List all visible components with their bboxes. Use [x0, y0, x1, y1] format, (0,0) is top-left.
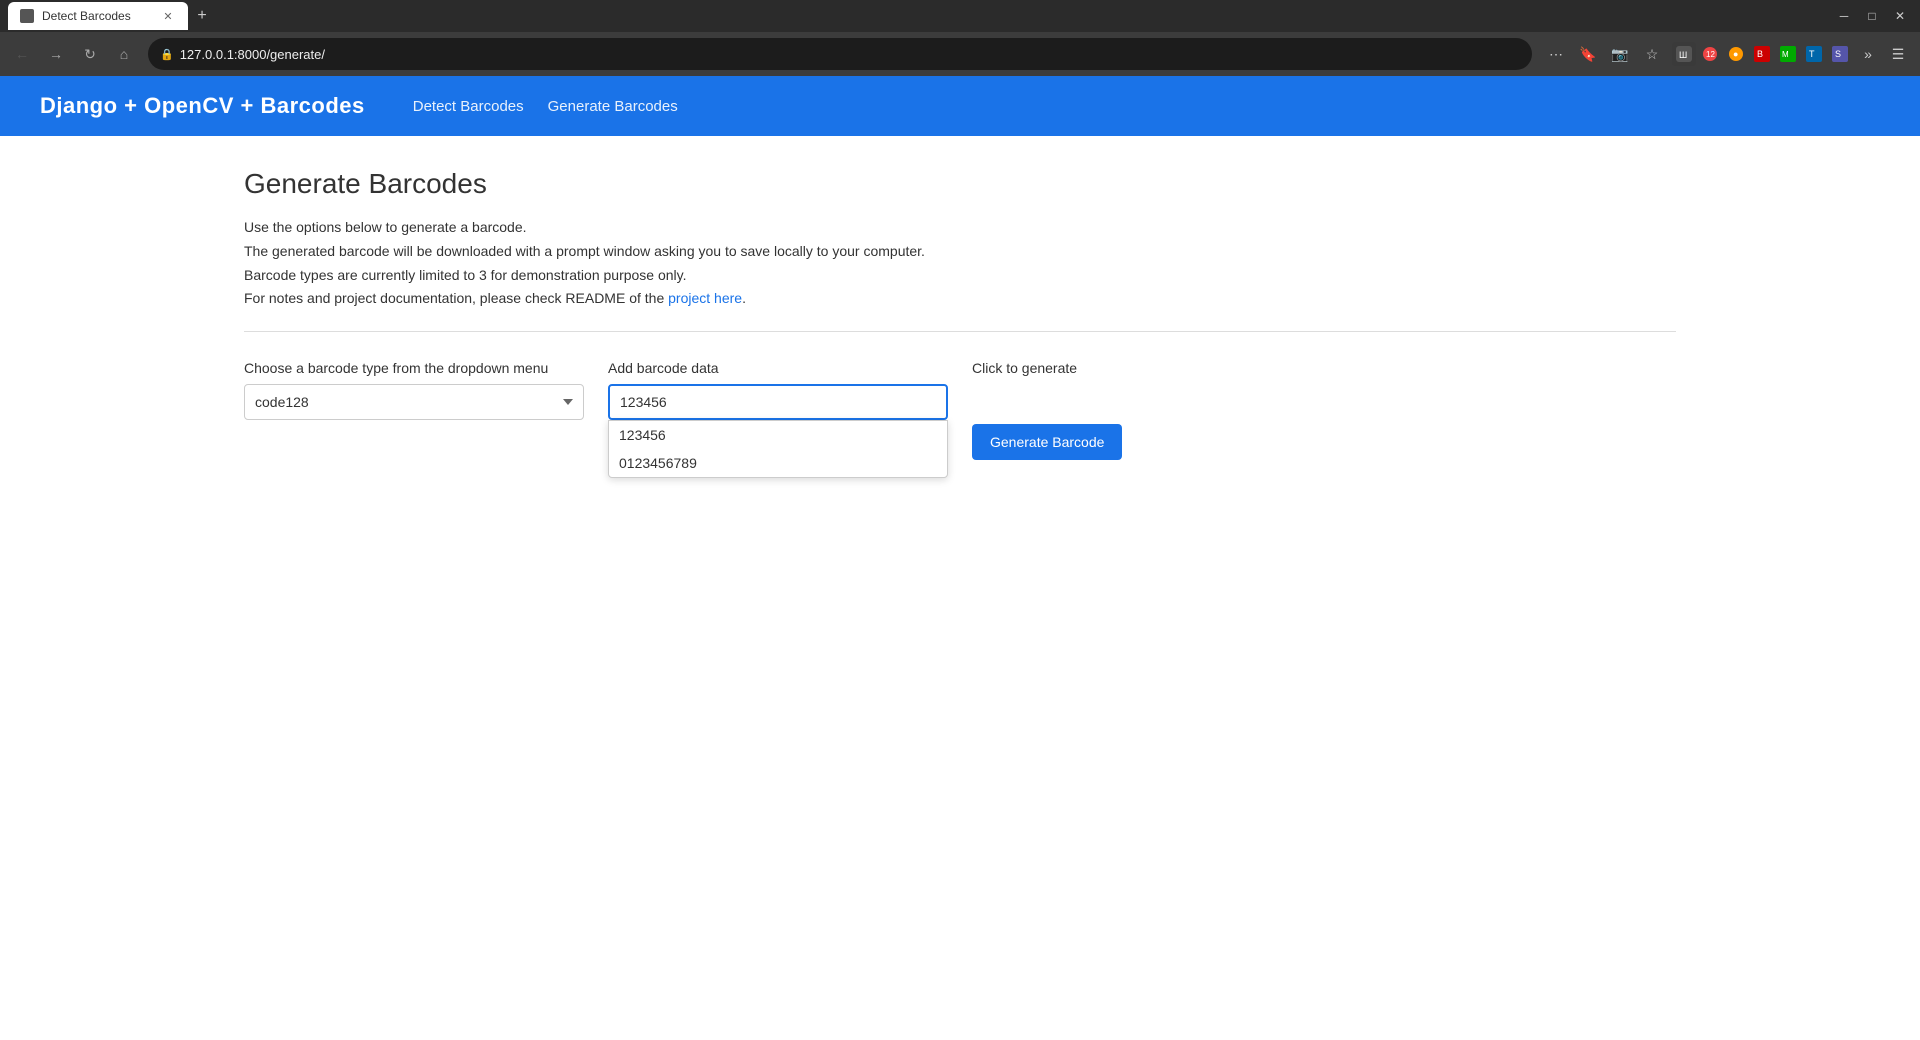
bookmark-icon[interactable]: 🔖: [1574, 40, 1602, 68]
desc-line-4: For notes and project documentation, ple…: [244, 287, 1676, 311]
barcode-type-group: Choose a barcode type from the dropdown …: [244, 360, 584, 420]
divider: [244, 331, 1676, 332]
tab-bar: Detect Barcodes ✕ +: [8, 0, 216, 32]
browser-toolbar: ← → ↻ ⌂ 🔒 127.0.0.1:8000/generate/ ⋯ 🔖 📷…: [0, 32, 1920, 76]
svg-text:12: 12: [1706, 50, 1715, 59]
ext-icon-4[interactable]: B: [1750, 42, 1774, 66]
desc-line-3: Barcode types are currently limited to 3…: [244, 264, 1676, 288]
barcode-data-group: Add barcode data 123456 0123456789: [608, 360, 948, 420]
page-title: Generate Barcodes: [244, 168, 1676, 200]
active-tab[interactable]: Detect Barcodes ✕: [8, 2, 188, 30]
tab-favicon: [20, 9, 34, 23]
dropdown-label: Choose a barcode type from the dropdown …: [244, 360, 584, 376]
main-content: Generate Barcodes Use the options below …: [0, 136, 1920, 492]
app-brand: Django + OpenCV + Barcodes: [40, 93, 365, 119]
desc-line-1: Use the options below to generate a barc…: [244, 216, 1676, 240]
generate-button[interactable]: Generate Barcode: [972, 424, 1122, 460]
screenshot-icon[interactable]: 📷: [1606, 40, 1634, 68]
svg-text:Ш: Ш: [1679, 50, 1687, 60]
toolbar-icons: ⋯ 🔖 📷 ☆: [1542, 40, 1666, 68]
star-icon[interactable]: ☆: [1638, 40, 1666, 68]
url-text: 127.0.0.1:8000/generate/: [180, 47, 1520, 62]
ext-icon-3[interactable]: ●: [1724, 42, 1748, 66]
address-bar[interactable]: 🔒 127.0.0.1:8000/generate/: [148, 38, 1532, 70]
description-block: Use the options below to generate a barc…: [244, 216, 1676, 311]
ext-icon-5[interactable]: M: [1776, 42, 1800, 66]
barcode-data-input[interactable]: [608, 384, 948, 420]
forward-button[interactable]: →: [42, 40, 70, 68]
autocomplete-dropdown: 123456 0123456789: [608, 420, 948, 478]
tab-title: Detect Barcodes: [42, 9, 152, 23]
reload-button[interactable]: ↻: [76, 40, 104, 68]
back-button[interactable]: ←: [8, 40, 36, 68]
extensions-area: Ш 12 ● B M T S » ☰: [1672, 40, 1912, 68]
nav-link-generate[interactable]: Generate Barcodes: [548, 98, 678, 115]
ext-icon-6[interactable]: T: [1802, 42, 1826, 66]
barcode-type-select[interactable]: code128 qr ean13: [244, 384, 584, 420]
svg-text:B: B: [1757, 49, 1763, 59]
svg-text:●: ●: [1733, 49, 1738, 59]
lock-icon: 🔒: [160, 48, 174, 61]
home-button[interactable]: ⌂: [110, 40, 138, 68]
maximize-button[interactable]: □: [1860, 4, 1884, 28]
more-tools-button[interactable]: »: [1854, 40, 1882, 68]
menu-button[interactable]: ☰: [1884, 40, 1912, 68]
ext-icon-2[interactable]: 12: [1698, 42, 1722, 66]
autocomplete-item-1[interactable]: 0123456789: [609, 449, 947, 477]
tab-close-button[interactable]: ✕: [160, 8, 176, 24]
nav-link-detect[interactable]: Detect Barcodes: [413, 98, 524, 115]
browser-titlebar: Detect Barcodes ✕ + ─ □ ✕: [0, 0, 1920, 32]
app-navbar: Django + OpenCV + Barcodes Detect Barcod…: [0, 76, 1920, 136]
desc-line-2: The generated barcode will be downloaded…: [244, 240, 1676, 264]
generate-group: Click to generate Generate Barcode: [972, 360, 1122, 460]
svg-text:M: M: [1782, 50, 1789, 59]
autocomplete-item-0[interactable]: 123456: [609, 421, 947, 449]
barcode-input-wrapper: 123456 0123456789: [608, 384, 948, 420]
desc-line-4-suffix: .: [742, 290, 746, 306]
click-label: Click to generate: [972, 360, 1122, 376]
new-tab-button[interactable]: +: [188, 2, 216, 30]
close-window-button[interactable]: ✕: [1888, 4, 1912, 28]
ext-icon-1[interactable]: Ш: [1672, 42, 1696, 66]
nav-links: Detect Barcodes Generate Barcodes: [413, 98, 678, 115]
input-label: Add barcode data: [608, 360, 948, 376]
extensions-button[interactable]: ⋯: [1542, 40, 1570, 68]
desc-line-4-prefix: For notes and project documentation, ple…: [244, 290, 668, 306]
ext-icon-7[interactable]: S: [1828, 42, 1852, 66]
minimize-button[interactable]: ─: [1832, 4, 1856, 28]
project-link[interactable]: project here: [668, 290, 742, 306]
window-controls: ─ □ ✕: [1832, 4, 1912, 28]
svg-text:S: S: [1835, 49, 1841, 59]
svg-text:T: T: [1809, 49, 1815, 59]
form-area: Choose a barcode type from the dropdown …: [244, 360, 1676, 460]
